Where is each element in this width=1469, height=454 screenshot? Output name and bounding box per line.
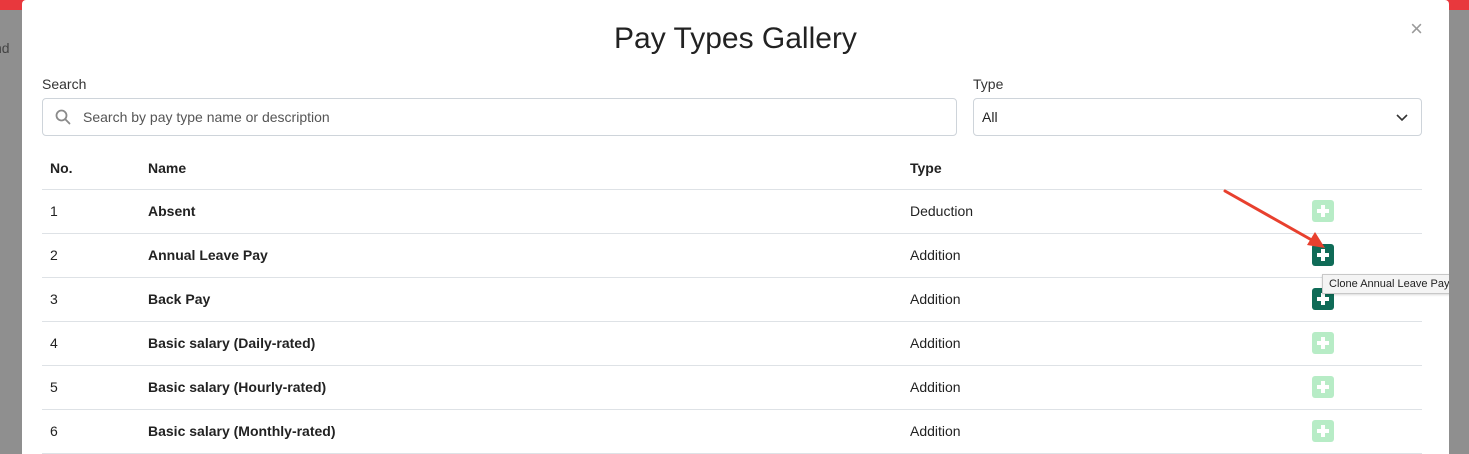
row-number: 1 xyxy=(42,189,140,234)
clone-tooltip: Clone Annual Leave Pay xyxy=(1322,274,1449,294)
pay-type-kind: Addition xyxy=(902,365,1262,410)
row-actions xyxy=(1262,365,1422,410)
search-field[interactable] xyxy=(42,98,957,136)
column-header-actions xyxy=(1262,148,1422,190)
table-row: 2 Annual Leave Pay Addition xyxy=(42,233,1422,278)
clone-button[interactable] xyxy=(1312,332,1334,354)
table-row: 6 Basic salary (Monthly-rated) Addition xyxy=(42,409,1422,454)
search-icon xyxy=(55,109,71,125)
column-header-type: Type xyxy=(902,148,1262,190)
pay-type-kind: Addition xyxy=(902,233,1262,278)
table-row: 3 Back Pay Addition xyxy=(42,277,1422,322)
clone-button[interactable] xyxy=(1312,420,1334,442)
pay-type-name: Annual Leave Pay xyxy=(140,233,902,278)
background-page-text: nd xyxy=(0,40,10,56)
row-number: 4 xyxy=(42,321,140,366)
pay-type-name: Basic salary (Hourly-rated) xyxy=(140,365,902,410)
column-header-no: No. xyxy=(42,148,140,190)
table-row: 4 Basic salary (Daily-rated) Addition xyxy=(42,321,1422,366)
row-number: 3 xyxy=(42,277,140,322)
pay-types-table: No. Name Type 1 Absent Deduction 2 Annua… xyxy=(42,148,1422,454)
search-label: Search xyxy=(42,76,87,92)
row-number: 2 xyxy=(42,233,140,278)
clone-button[interactable] xyxy=(1312,376,1334,398)
table-row: 5 Basic salary (Hourly-rated) Addition xyxy=(42,365,1422,410)
pay-types-gallery-modal: Pay Types Gallery × Search Type All No. … xyxy=(22,0,1449,454)
chevron-down-icon xyxy=(1396,114,1408,122)
pay-type-kind: Addition xyxy=(902,409,1262,454)
type-select[interactable]: All xyxy=(973,98,1422,136)
pay-type-name: Absent xyxy=(140,189,902,234)
table-row: 1 Absent Deduction xyxy=(42,189,1422,234)
pay-type-kind: Addition xyxy=(902,321,1262,366)
search-input[interactable] xyxy=(83,109,943,125)
pay-type-name: Basic salary (Daily-rated) xyxy=(140,321,902,366)
pay-type-kind: Deduction xyxy=(902,189,1262,234)
pay-type-kind: Addition xyxy=(902,277,1262,322)
row-number: 5 xyxy=(42,365,140,410)
type-select-value: All xyxy=(982,109,998,125)
pay-type-name: Basic salary (Monthly-rated) xyxy=(140,409,902,454)
table-header-row: No. Name Type xyxy=(42,148,1422,190)
close-icon[interactable]: × xyxy=(1410,18,1423,40)
row-actions xyxy=(1262,321,1422,366)
annotation-arrow-icon xyxy=(1223,189,1325,248)
column-header-name: Name xyxy=(140,148,902,190)
pay-type-name: Back Pay xyxy=(140,277,902,322)
type-label: Type xyxy=(973,76,1004,92)
modal-title: Pay Types Gallery xyxy=(614,22,857,55)
row-actions xyxy=(1262,409,1422,454)
row-number: 6 xyxy=(42,409,140,454)
